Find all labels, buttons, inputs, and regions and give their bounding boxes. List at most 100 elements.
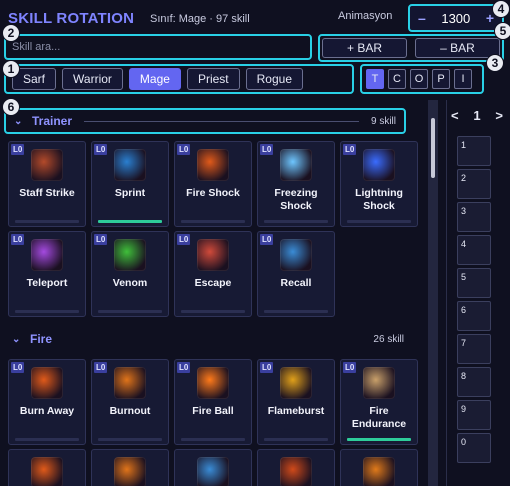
skill-card[interactable] (174, 449, 252, 486)
skill-name: Lightning Shock (355, 187, 403, 212)
hotbar-slot-8[interactable]: 8 (457, 367, 491, 397)
venom-icon (114, 239, 146, 271)
divider (84, 120, 359, 122)
fire-shock-icon (197, 149, 229, 181)
skill-name: Fire Ball (192, 405, 234, 417)
animation-stepper[interactable]: – 1300 + (408, 4, 504, 32)
hotbar-slot-4[interactable]: 4 (457, 235, 491, 265)
fire-skill-grid: L0 Burn Away L0 Burnout L0 Fire Ball L0 Flamebu… (8, 359, 418, 445)
annotation-badge-5: 5 (494, 22, 510, 40)
class-tab-priest[interactable]: Priest (186, 68, 240, 90)
filter-tab-p[interactable]: P (432, 69, 450, 89)
skill-card[interactable]: L0 Freezing Shock (257, 141, 335, 227)
assigned-indicator (347, 220, 411, 223)
section-fire-header[interactable]: ⌄ Fire 26 skill (12, 332, 404, 346)
hotbar-slot-2[interactable]: 2 (457, 169, 491, 199)
fire-skill-icon (114, 457, 146, 486)
class-tab-mage[interactable]: Mage (128, 68, 181, 90)
hotbar-slot-6[interactable]: 6 (457, 301, 491, 331)
section-title: Fire (30, 332, 53, 346)
hotbar-slot-5[interactable]: 5 (457, 268, 491, 298)
skill-name: Freezing Shock (274, 187, 318, 212)
class-tab-rogue[interactable]: Rogue (245, 68, 303, 90)
skill-name: Sprint (114, 187, 146, 199)
skill-name: Venom (112, 277, 148, 289)
skill-card[interactable] (257, 449, 335, 486)
animation-value[interactable]: 1300 (441, 11, 470, 26)
next-page-button[interactable]: > (495, 108, 503, 123)
skill-card[interactable]: L0 Fire Shock (174, 141, 252, 227)
level-badge: L0 (177, 144, 191, 155)
assigned-indicator (264, 438, 328, 441)
skill-name: Fire Endurance (351, 405, 407, 430)
skill-card[interactable]: L0 Burnout (91, 359, 169, 445)
skill-card[interactable]: L0 Flameburst (257, 359, 335, 445)
skill-card[interactable] (340, 449, 418, 486)
section-trainer-header[interactable]: ⌄ Trainer 9 skill (6, 110, 404, 132)
hotbar-slot-9[interactable]: 9 (457, 400, 491, 430)
skill-name: Burnout (109, 405, 151, 417)
skill-name: Teleport (26, 277, 68, 289)
chevron-down-icon: ⌄ (14, 116, 23, 127)
skill-card[interactable]: L0 Fire Ball (174, 359, 252, 445)
search-box[interactable] (4, 34, 312, 60)
skill-card[interactable]: L0 Staff Strike (8, 141, 86, 227)
skill-card[interactable]: L0 Recall (257, 231, 335, 317)
lightning-shock-icon (363, 149, 395, 181)
skill-card[interactable]: L0 Burn Away (8, 359, 86, 445)
assigned-indicator (264, 220, 328, 223)
chevron-down-icon: ⌄ (12, 334, 21, 345)
decrease-button[interactable]: – (418, 10, 426, 26)
fire-skill-grid-more (8, 449, 418, 486)
hotbar-slot-3[interactable]: 3 (457, 202, 491, 232)
bar-controls: + BAR – BAR (318, 34, 504, 62)
filter-tab-c[interactable]: C (388, 69, 406, 89)
hotbar-pager: < 1 > 1234567890 (446, 100, 506, 486)
skill-card[interactable] (91, 449, 169, 486)
fire-ball-icon (197, 367, 229, 399)
hotbar-slot-0[interactable]: 0 (457, 433, 491, 463)
class-info: Sınıf: Mage · 97 skill (150, 13, 250, 25)
class-tab-warrior[interactable]: Warrior (62, 68, 123, 90)
fire-endurance-icon (363, 367, 395, 399)
filter-tab-i[interactable]: I (454, 69, 472, 89)
search-input[interactable] (12, 41, 304, 53)
skill-card[interactable] (8, 449, 86, 486)
level-badge: L0 (260, 362, 274, 373)
assigned-indicator (15, 438, 79, 441)
freezing-shock-icon (280, 149, 312, 181)
level-badge: L0 (94, 234, 108, 245)
level-badge: L0 (177, 362, 191, 373)
assigned-indicator (98, 310, 162, 313)
assigned-indicator (15, 220, 79, 223)
prev-page-button[interactable]: < (451, 108, 459, 123)
burnout-icon (114, 367, 146, 399)
level-badge: L0 (11, 144, 25, 155)
remove-bar-button[interactable]: – BAR (415, 38, 500, 58)
assigned-indicator (347, 438, 411, 441)
flameburst-icon (280, 367, 312, 399)
scrollbar-thumb[interactable] (431, 118, 435, 178)
section-title: Trainer (32, 114, 73, 128)
level-badge: L0 (94, 144, 108, 155)
skill-card[interactable]: L0 Teleport (8, 231, 86, 317)
hotbar-slot-7[interactable]: 7 (457, 334, 491, 364)
add-bar-button[interactable]: + BAR (322, 38, 407, 58)
skill-card[interactable]: L0 Sprint (91, 141, 169, 227)
annotation-badge-3: 3 (486, 54, 504, 72)
recall-icon (280, 239, 312, 271)
filter-tab-o[interactable]: O (410, 69, 428, 89)
assigned-indicator (181, 220, 245, 223)
skill-card[interactable]: L0 Fire Endurance (340, 359, 418, 445)
level-badge: L0 (343, 362, 357, 373)
skill-card[interactable]: L0 Escape (174, 231, 252, 317)
hotbar-slot-1[interactable]: 1 (457, 136, 491, 166)
filter-tab-t[interactable]: T (366, 69, 384, 89)
skill-card[interactable]: L0 Lightning Shock (340, 141, 418, 227)
assigned-indicator (264, 310, 328, 313)
level-badge: L0 (11, 234, 25, 245)
fire-skill-icon (280, 457, 312, 486)
app-title: SKILL ROTATION (8, 10, 135, 27)
level-badge: L0 (94, 362, 108, 373)
skill-card[interactable]: L0 Venom (91, 231, 169, 317)
